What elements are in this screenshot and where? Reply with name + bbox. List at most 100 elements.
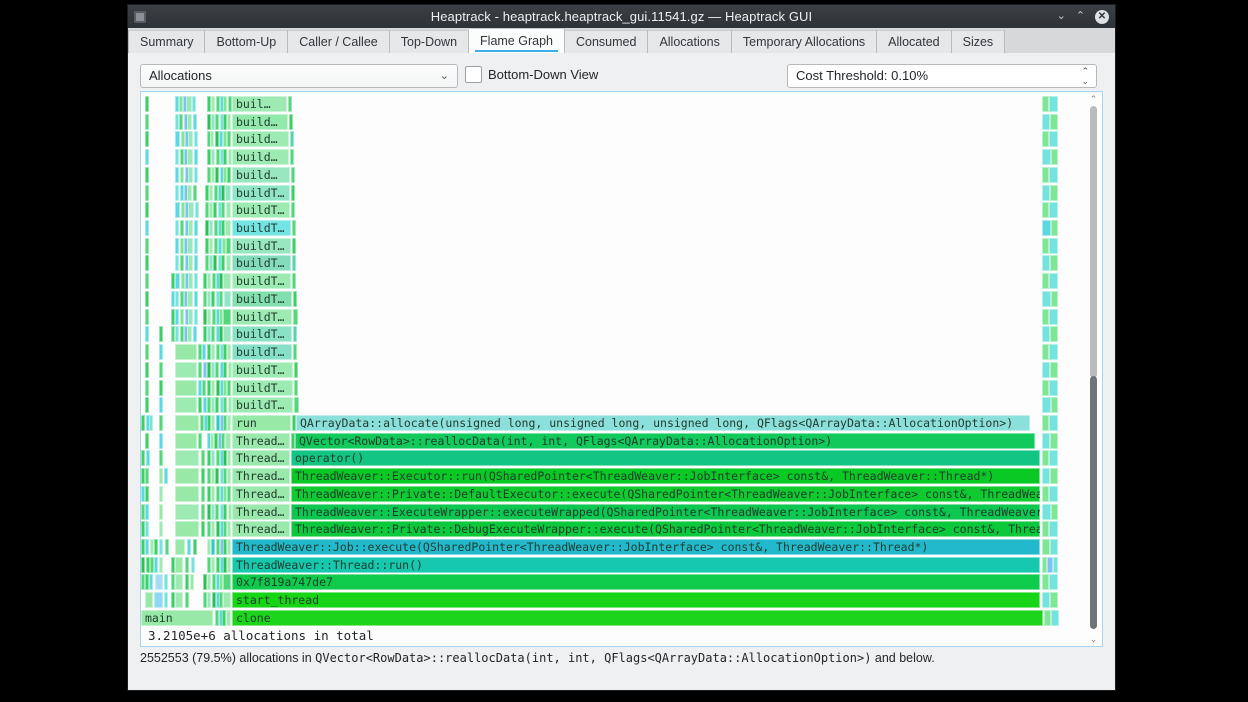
flame-frame[interactable] — [1042, 503, 1051, 520]
flame-frame[interactable] — [198, 397, 202, 414]
flame-frame[interactable] — [175, 255, 179, 272]
flame-frame[interactable] — [1042, 273, 1049, 290]
flame-frame[interactable] — [145, 184, 149, 201]
flame-frame[interactable] — [211, 485, 215, 502]
cost-type-combobox[interactable]: Allocations ⌄ — [140, 64, 458, 88]
flame-frame[interactable] — [293, 290, 297, 307]
flame-frame[interactable] — [188, 220, 193, 237]
flame-frame[interactable] — [145, 255, 149, 272]
flame-frame[interactable] — [291, 166, 295, 183]
flame-frame[interactable] — [207, 592, 211, 609]
flame-frame[interactable] — [187, 326, 192, 343]
flame-frame[interactable] — [1042, 326, 1050, 343]
flame-frame[interactable] — [210, 131, 214, 148]
flame-frame[interactable] — [154, 592, 163, 609]
flame-frame[interactable] — [291, 202, 295, 219]
flame-frame[interactable] — [226, 237, 231, 254]
flame-frame[interactable] — [1049, 379, 1058, 396]
flame-frame[interactable] — [175, 574, 183, 591]
flame-frame[interactable] — [159, 539, 163, 555]
flame-frame[interactable] — [193, 184, 197, 201]
minimize-button[interactable]: ⌄ — [1057, 11, 1066, 22]
flame-frame[interactable] — [209, 220, 213, 237]
flame-frame[interactable] — [1042, 574, 1049, 591]
flame-frame[interactable] — [175, 450, 199, 467]
flame-frame[interactable] — [223, 149, 227, 166]
flame-frame[interactable] — [145, 149, 149, 166]
flame-frame[interactable] — [187, 149, 193, 166]
flame-frame[interactable] — [159, 361, 163, 378]
flame-frame[interactable] — [193, 113, 197, 130]
flame-frame[interactable]: buildT… — [232, 290, 292, 307]
flame-frame[interactable] — [1042, 361, 1050, 378]
flame-frame[interactable] — [187, 237, 193, 254]
flame-frame[interactable] — [175, 237, 179, 254]
flame-frame[interactable] — [201, 468, 205, 485]
flame-frame[interactable] — [145, 308, 149, 325]
flame-frame[interactable] — [227, 166, 231, 183]
flame-frame[interactable] — [159, 344, 163, 361]
flame-frame[interactable] — [154, 556, 158, 573]
flame-frame[interactable] — [194, 237, 198, 254]
flame-frame[interactable] — [164, 592, 168, 609]
tab-temporary-allocations[interactable]: Temporary Allocations — [731, 30, 878, 53]
flame-frame[interactable]: build… — [232, 113, 288, 130]
flame-frame[interactable]: ThreadWeaver::Private::DefaultExecutor::… — [291, 485, 1040, 502]
flame-frame[interactable] — [1042, 379, 1049, 396]
tab-flame-graph[interactable]: Flame Graph — [469, 28, 565, 53]
flame-frame[interactable] — [1050, 361, 1058, 378]
flame-frame[interactable] — [145, 592, 153, 609]
flame-frame[interactable] — [1042, 414, 1049, 431]
flame-frame[interactable] — [164, 574, 168, 591]
flame-frame[interactable] — [226, 609, 231, 626]
flame-frame[interactable] — [145, 397, 149, 414]
scroll-up-icon[interactable]: ⌃ — [1086, 94, 1101, 104]
flame-frame[interactable] — [188, 131, 193, 148]
flame-frame[interactable] — [1049, 574, 1058, 591]
flame-frame[interactable]: buildT… — [232, 237, 291, 254]
spin-up-icon[interactable]: ⌃ — [1081, 66, 1089, 76]
flame-frame[interactable] — [209, 184, 213, 201]
flame-frame[interactable] — [188, 166, 193, 183]
flame-frame[interactable] — [145, 326, 149, 343]
flame-frame[interactable] — [165, 539, 169, 555]
flame-frame[interactable] — [1049, 237, 1058, 254]
flame-frame[interactable] — [215, 113, 219, 130]
flame-frame[interactable] — [225, 432, 231, 449]
flame-frame[interactable]: QArrayData::allocate(unsigned long, unsi… — [296, 414, 1030, 431]
flame-frame[interactable] — [1051, 397, 1058, 414]
flame-frame[interactable] — [154, 539, 158, 555]
flame-frame[interactable] — [188, 308, 193, 325]
flame-frame[interactable]: buildT… — [232, 361, 293, 378]
flame-frame[interactable]: 0x7f819a747de7 — [232, 574, 1040, 591]
flame-frame[interactable] — [227, 485, 231, 502]
flame-frame[interactable]: buildT… — [232, 202, 290, 219]
flame-frame[interactable] — [211, 326, 215, 343]
flame-frame[interactable] — [1049, 485, 1058, 502]
flame-frame[interactable] — [1050, 539, 1058, 555]
flame-frame[interactable] — [141, 414, 145, 431]
flame-frame[interactable] — [211, 149, 215, 166]
flame-frame[interactable] — [175, 202, 180, 219]
flame-frame[interactable] — [175, 308, 179, 325]
flame-frame[interactable] — [215, 361, 219, 378]
flame-frame[interactable] — [185, 574, 189, 591]
flame-frame[interactable] — [194, 290, 198, 307]
flame-frame[interactable] — [194, 220, 198, 237]
flame-frame[interactable] — [194, 149, 198, 166]
flame-frame[interactable] — [290, 131, 294, 148]
flame-frame[interactable] — [223, 273, 231, 290]
flame-frame[interactable] — [213, 202, 217, 219]
bottom-down-view-checkbox[interactable]: Bottom-Down View — [465, 66, 598, 83]
flame-frame[interactable] — [293, 326, 297, 343]
flame-frame[interactable] — [145, 113, 149, 130]
tab-allocated[interactable]: Allocated — [877, 30, 952, 53]
flame-frame[interactable] — [1042, 149, 1051, 166]
flame-frame[interactable] — [198, 361, 202, 378]
flame-frame[interactable] — [227, 468, 231, 485]
flame-frame[interactable]: buildT… — [232, 308, 292, 325]
flame-frame[interactable] — [1053, 556, 1058, 573]
flame-frame[interactable] — [1042, 344, 1049, 361]
flame-frame[interactable] — [145, 344, 149, 361]
flame-frame[interactable] — [194, 273, 198, 290]
